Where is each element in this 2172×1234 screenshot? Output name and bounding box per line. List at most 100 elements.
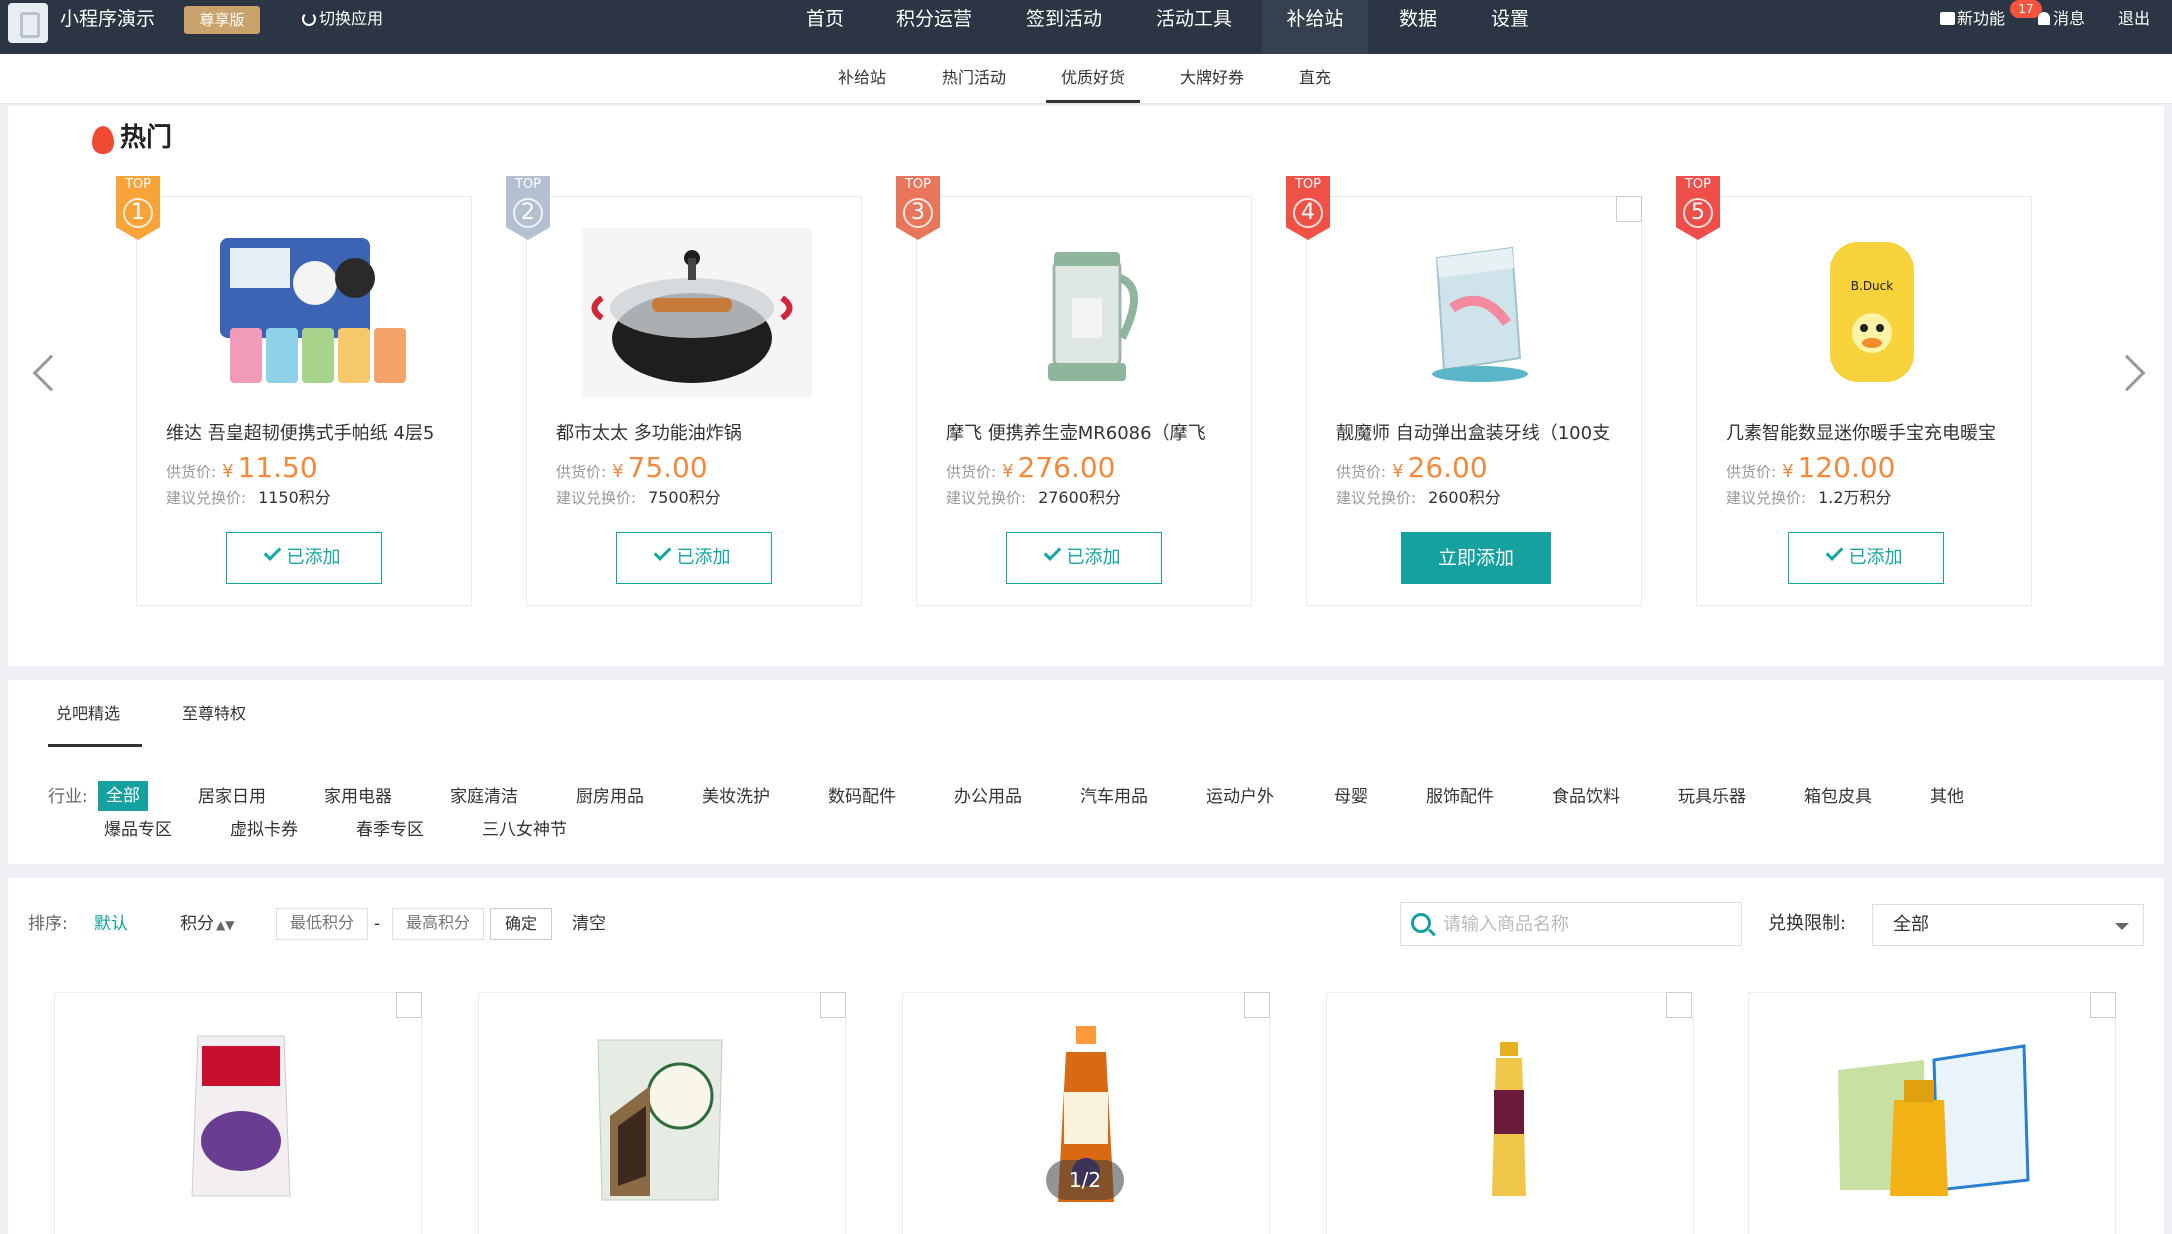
price-value: 26.00 <box>1407 451 1488 484</box>
price-label: 供货价: <box>556 463 607 481</box>
check-icon <box>653 543 671 561</box>
tab-duiba-selection[interactable]: 兑吧精选 <box>56 702 120 726</box>
select-checkbox[interactable] <box>2090 992 2116 1018</box>
supply-price: 供货价: ¥120.00 <box>1726 451 1896 485</box>
category-item[interactable]: 箱包皮具 <box>1804 785 1872 809</box>
rank-badge: TOP 4 <box>1286 176 1330 240</box>
select-checkbox[interactable] <box>1666 992 1692 1018</box>
max-points-input[interactable] <box>392 908 484 940</box>
svg-text:B.Duck: B.Duck <box>1851 279 1893 293</box>
added-label: 已添加 <box>286 547 341 568</box>
floss-box-image <box>1432 246 1528 382</box>
switch-app-link[interactable]: 切换应用 <box>302 8 383 30</box>
price-label: 供货价: <box>1726 463 1777 481</box>
category-item[interactable]: 爆品专区 <box>104 818 172 842</box>
added-button[interactable]: 已添加 <box>616 532 772 584</box>
points-value: 1150积分 <box>258 488 331 507</box>
messages-link[interactable]: 消息 <box>2038 8 2085 30</box>
search-box[interactable] <box>1400 902 1742 946</box>
product-name: 摩飞 便携养生壶MR6086（摩飞 <box>946 423 1206 444</box>
new-feature-link[interactable]: 新功能 <box>1940 8 2005 30</box>
app-logo[interactable] <box>8 3 48 43</box>
select-checkbox[interactable] <box>820 992 846 1018</box>
top-nav-bar: 小程序演示 尊享版 切换应用 首页 积分运营 签到活动 活动工具 补给站 数据 … <box>0 0 2172 54</box>
suggest-label: 建议兑换价: <box>1336 489 1417 507</box>
subnav-direct-recharge[interactable]: 直充 <box>1299 66 1331 90</box>
category-item[interactable]: 数码配件 <box>828 785 896 809</box>
currency-symbol: ¥ <box>1002 461 1014 482</box>
top-label: TOP <box>904 177 931 192</box>
added-label: 已添加 <box>676 547 731 568</box>
min-points-input[interactable] <box>276 908 368 940</box>
suggest-label: 建议兑换价: <box>166 489 247 507</box>
subnav-hot-activity[interactable]: 热门活动 <box>942 66 1006 90</box>
nav-activity-tools[interactable]: 活动工具 <box>1146 0 1242 54</box>
switch-app-label: 切换应用 <box>319 9 384 28</box>
supply-price: 供货价: ¥26.00 <box>1336 451 1488 485</box>
price-label: 供货价: <box>166 463 217 481</box>
category-item[interactable]: 汽车用品 <box>1080 785 1148 809</box>
select-checkbox[interactable] <box>396 992 422 1018</box>
select-checkbox[interactable] <box>1244 992 1270 1018</box>
category-item[interactable]: 春季专区 <box>356 818 424 842</box>
currency-symbol: ¥ <box>612 461 624 482</box>
added-button[interactable]: 已添加 <box>226 532 382 584</box>
price-value: 276.00 <box>1017 451 1116 484</box>
category-item[interactable]: 办公用品 <box>954 785 1022 809</box>
subnav-brand-coupons[interactable]: 大牌好券 <box>1180 66 1244 90</box>
category-item[interactable]: 其他 <box>1930 785 1964 809</box>
oil-gift-box-image <box>1838 1044 2030 1196</box>
top-label: TOP <box>1294 177 1321 192</box>
subnav-quality-goods[interactable]: 优质好货 <box>1061 66 1125 90</box>
suggest-label: 建议兑换价: <box>1726 489 1807 507</box>
nav-supply-station[interactable]: 补给站 <box>1262 0 1368 54</box>
clear-button[interactable]: 清空 <box>572 912 606 936</box>
category-all[interactable]: 全部 <box>98 781 148 811</box>
nav-points-operation[interactable]: 积分运营 <box>886 0 982 54</box>
category-item[interactable]: 运动户外 <box>1206 785 1274 809</box>
category-item[interactable]: 母婴 <box>1334 785 1368 809</box>
top-label: TOP <box>514 177 541 192</box>
category-item[interactable]: 厨房用品 <box>576 785 644 809</box>
confirm-button[interactable]: 确定 <box>490 908 552 940</box>
product-name: 靓魔师 自动弹出盒装牙线（100支 <box>1336 423 1611 444</box>
points-value: 27600积分 <box>1038 488 1121 507</box>
rank-badge: TOP 5 <box>1676 176 1720 240</box>
nav-home[interactable]: 首页 <box>790 0 860 54</box>
category-item[interactable]: 家用电器 <box>324 785 392 809</box>
search-input[interactable] <box>1443 903 1733 945</box>
category-item[interactable]: 食品饮料 <box>1552 785 1620 809</box>
suggested-points: 建议兑换价: 27600积分 <box>946 486 1121 510</box>
category-item[interactable]: 居家日用 <box>198 785 266 809</box>
category-item[interactable]: 服饰配件 <box>1426 785 1494 809</box>
category-item[interactable]: 虚拟卡券 <box>230 818 298 842</box>
points-value: 2600积分 <box>1428 488 1501 507</box>
nav-data[interactable]: 数据 <box>1392 0 1444 54</box>
category-item[interactable]: 三八女神节 <box>482 818 567 842</box>
category-item[interactable]: 家庭清洁 <box>450 785 518 809</box>
sort-default[interactable]: 默认 <box>94 912 128 936</box>
suggested-points: 建议兑换价: 2600积分 <box>1336 486 1501 510</box>
subnav-supply-station[interactable]: 补给站 <box>838 66 886 90</box>
nav-settings[interactable]: 设置 <box>1484 0 1536 54</box>
rank-badge: TOP 2 <box>506 176 550 240</box>
add-now-button[interactable]: 立即添加 <box>1401 532 1551 584</box>
select-checkbox[interactable] <box>1616 196 1642 222</box>
new-feature-label: 新功能 <box>1957 9 2006 28</box>
added-button[interactable]: 已添加 <box>1006 532 1162 584</box>
logout-link[interactable]: 退出 <box>2118 8 2150 30</box>
supply-price: 供货价: ¥276.00 <box>946 451 1116 485</box>
refresh-icon <box>302 12 316 26</box>
category-item[interactable]: 玩具乐器 <box>1678 785 1746 809</box>
sort-by-points[interactable]: 积分 ▲▼ <box>180 912 234 937</box>
exchange-limit-value: 全部 <box>1893 914 1929 935</box>
image-pager-badge: 1/2 <box>1046 1160 1124 1200</box>
category-item[interactable]: 美妆洗护 <box>702 785 770 809</box>
category-panel <box>8 680 2164 864</box>
app-name: 小程序演示 <box>60 8 156 30</box>
exchange-limit-select[interactable]: 全部 <box>1872 904 2144 946</box>
nav-checkin-activity[interactable]: 签到活动 <box>1016 0 1112 54</box>
tab-premium-privilege[interactable]: 至尊特权 <box>182 702 246 726</box>
suggested-points: 建议兑换价: 1150积分 <box>166 486 331 510</box>
added-button[interactable]: 已添加 <box>1788 532 1944 584</box>
